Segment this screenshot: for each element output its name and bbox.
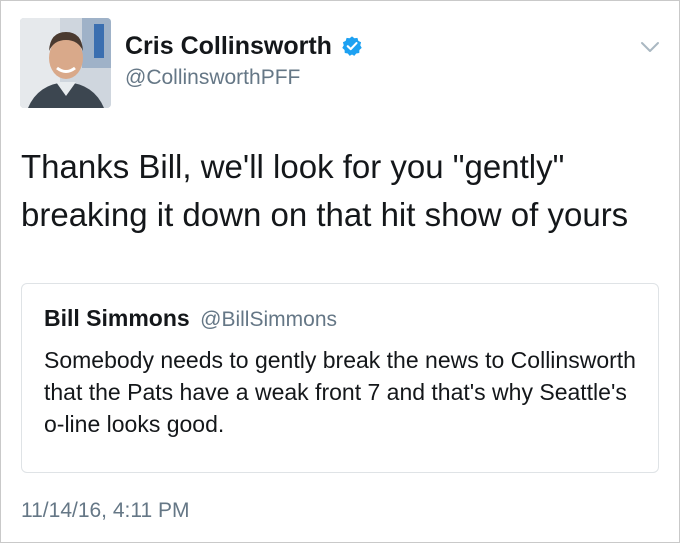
tweet-card: Cris Collinsworth @CollinsworthPFF Thank…	[0, 0, 680, 543]
quoted-tweet-header: Bill Simmons @BillSimmons	[44, 304, 337, 336]
chevron-down-icon[interactable]	[639, 38, 661, 56]
tweet-timestamp[interactable]: 11/14/16, 4:11 PM	[21, 498, 190, 524]
author-name-row[interactable]: Cris Collinsworth	[125, 31, 363, 61]
author-display-name[interactable]: Cris Collinsworth	[125, 31, 332, 61]
avatar[interactable]	[20, 18, 111, 108]
quoted-tweet[interactable]: Bill Simmons @BillSimmons Somebody needs…	[21, 283, 659, 473]
verified-badge-icon	[342, 36, 362, 56]
tweet-text: Thanks Bill, we'll look for you "gently"…	[21, 148, 629, 233]
quoted-author-handle: @BillSimmons	[200, 308, 337, 331]
avatar-image	[20, 18, 111, 108]
author-handle[interactable]: @CollinsworthPFF	[125, 65, 300, 91]
quoted-author-display-name: Bill Simmons	[44, 305, 190, 331]
quoted-tweet-text: Somebody needs to gently break the news …	[44, 347, 636, 437]
